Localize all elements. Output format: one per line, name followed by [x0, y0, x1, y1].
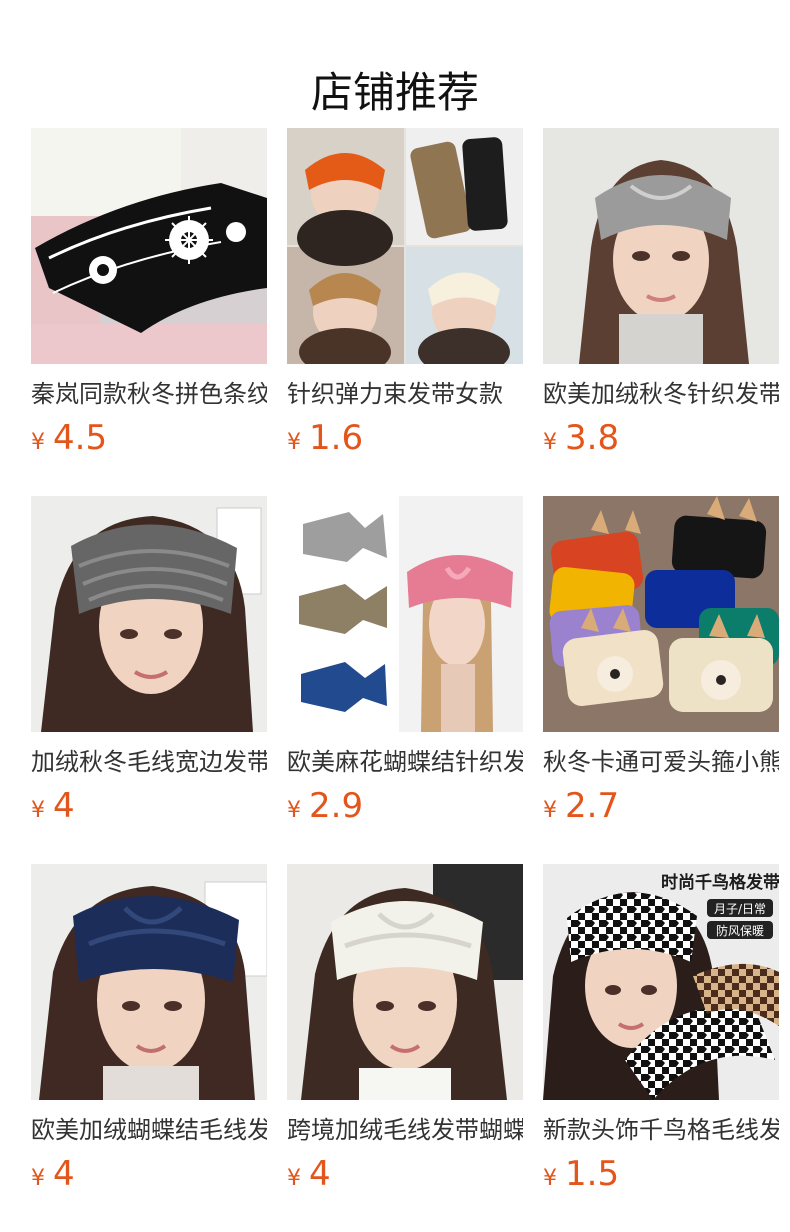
price-value: 1.6	[309, 418, 364, 458]
product-name[interactable]: 欧美麻花蝴蝶结针织发带	[287, 745, 523, 779]
price-value: 2.9	[309, 786, 364, 826]
product-image[interactable]	[543, 128, 779, 364]
promo-badge-2: 防风保暖	[716, 923, 764, 938]
houndstooth-headband-promo-image: 时尚千鸟格发带 月子/日常 防风保暖	[543, 864, 779, 1100]
product-price: ¥4	[31, 1152, 75, 1196]
currency-symbol: ¥	[543, 1166, 557, 1191]
product-image[interactable]	[31, 128, 267, 364]
product-price: ¥4.5	[31, 416, 107, 460]
product-card[interactable]: 针织弹力束发带女款 ¥1.6	[287, 128, 523, 468]
currency-symbol: ¥	[287, 1166, 301, 1191]
promo-headline: 时尚千鸟格发带	[661, 872, 779, 893]
navy-knit-headband-model-image	[31, 864, 267, 1100]
gray-knit-headband-model-image	[543, 128, 779, 364]
product-image[interactable]	[287, 864, 523, 1100]
product-name[interactable]: 秋冬卡通可爱头箍小熊	[543, 745, 779, 779]
currency-symbol: ¥	[543, 798, 557, 823]
product-image[interactable]	[287, 128, 523, 364]
product-image[interactable]	[31, 864, 267, 1100]
product-card[interactable]: 欧美加绒秋冬针织发带 ¥3.8	[543, 128, 779, 468]
price-value: 4.5	[53, 418, 108, 458]
knit-headband-collage-image	[287, 128, 523, 364]
currency-symbol: ¥	[287, 798, 301, 823]
product-image[interactable]	[31, 496, 267, 732]
product-name[interactable]: 针织弹力束发带女款	[287, 377, 523, 411]
currency-symbol: ¥	[31, 1166, 45, 1191]
product-name[interactable]: 跨境加绒毛线发带蝴蝶结	[287, 1113, 523, 1147]
price-value: 2.7	[565, 786, 620, 826]
product-card[interactable]: 加绒秋冬毛线宽边发带 ¥4	[31, 496, 267, 836]
black-snowflake-knit-headband-image	[31, 128, 267, 364]
product-card[interactable]: 欧美加绒蝴蝶结毛线发带 ¥4	[31, 864, 267, 1204]
price-value: 1.5	[565, 1154, 620, 1194]
currency-symbol: ¥	[543, 430, 557, 455]
bow-knit-headband-assortment-image	[287, 496, 523, 732]
product-card[interactable]: 时尚千鸟格发带 月子/日常 防风保暖 新款头饰千鸟格毛线发带 ¥1.5	[543, 864, 779, 1204]
page-title: 店铺推荐	[310, 68, 479, 118]
product-price: ¥2.9	[287, 784, 363, 828]
product-card[interactable]: 秋冬卡通可爱头箍小熊 ¥2.7	[543, 496, 779, 836]
product-name[interactable]: 欧美加绒秋冬针织发带	[543, 377, 779, 411]
dark-gray-knit-headband-model-image	[31, 496, 267, 732]
product-name[interactable]: 秦岚同款秋冬拼色条纹	[31, 377, 267, 411]
product-price: ¥4	[287, 1152, 331, 1196]
product-name[interactable]: 加绒秋冬毛线宽边发带	[31, 745, 267, 779]
cartoon-bear-headbands-image	[543, 496, 779, 732]
currency-symbol: ¥	[31, 430, 45, 455]
price-value: 3.8	[565, 418, 620, 458]
product-card[interactable]: 秦岚同款秋冬拼色条纹 ¥4.5	[31, 128, 267, 468]
product-card[interactable]: 欧美麻花蝴蝶结针织发带 ¥2.9	[287, 496, 523, 836]
product-image[interactable]: 时尚千鸟格发带 月子/日常 防风保暖	[543, 864, 779, 1100]
product-name[interactable]: 新款头饰千鸟格毛线发带	[543, 1113, 779, 1147]
promo-badge-1: 月子/日常	[714, 902, 766, 916]
currency-symbol: ¥	[31, 798, 45, 823]
currency-symbol: ¥	[287, 430, 301, 455]
product-price: ¥2.7	[543, 784, 619, 828]
product-name[interactable]: 欧美加绒蝴蝶结毛线发带	[31, 1113, 267, 1147]
price-value: 4	[53, 1154, 75, 1194]
white-knit-headband-model-image	[287, 864, 523, 1100]
product-price: ¥1.6	[287, 416, 363, 460]
product-card[interactable]: 跨境加绒毛线发带蝴蝶结 ¥4	[287, 864, 523, 1204]
price-value: 4	[53, 786, 75, 826]
product-price: ¥1.5	[543, 1152, 619, 1196]
product-price: ¥4	[31, 784, 75, 828]
product-image[interactable]	[287, 496, 523, 732]
price-value: 4	[309, 1154, 331, 1194]
product-image[interactable]	[543, 496, 779, 732]
product-price: ¥3.8	[543, 416, 619, 460]
